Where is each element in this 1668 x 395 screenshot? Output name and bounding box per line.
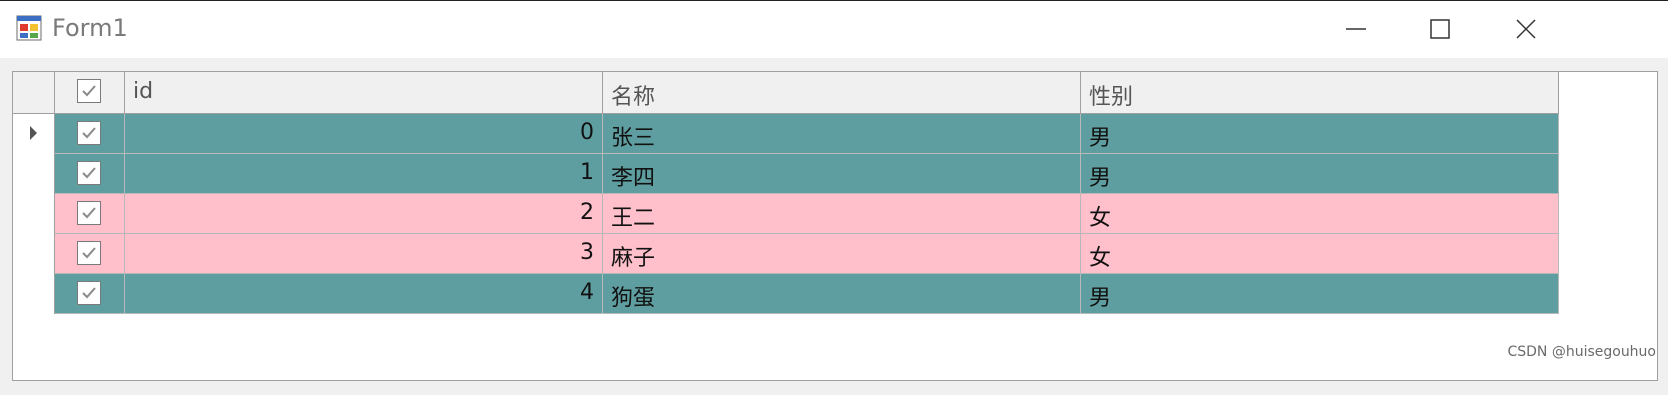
row-header[interactable] [13, 274, 55, 314]
cell-value: 王二 [611, 206, 656, 231]
cell-value: 3 [580, 240, 594, 265]
name-cell[interactable]: 李四 [603, 154, 1081, 194]
row-header[interactable] [13, 194, 55, 234]
id-cell[interactable]: 4 [125, 274, 603, 314]
column-header-label: 名称 [611, 85, 656, 110]
cell-value: 李四 [611, 166, 656, 191]
checkbox-cell[interactable] [55, 274, 125, 314]
table-row[interactable]: 2 王二 女 [13, 194, 1559, 234]
cell-value: 女 [1089, 206, 1112, 231]
checkmark-icon [82, 247, 96, 259]
window-title: Form1 [52, 14, 128, 42]
checkbox-cell[interactable] [55, 234, 125, 274]
checkmark-icon [82, 85, 96, 97]
checkmark-icon [82, 207, 96, 219]
row-checkbox[interactable] [77, 161, 101, 185]
table-row[interactable]: 3 麻子 女 [13, 234, 1559, 274]
row-checkbox[interactable] [77, 281, 101, 305]
cell-value: 男 [1089, 126, 1112, 151]
id-cell[interactable]: 1 [125, 154, 603, 194]
column-header-gender[interactable]: 性别 [1081, 72, 1559, 114]
cell-value: 麻子 [611, 246, 656, 271]
row-header[interactable] [13, 154, 55, 194]
column-header-label: id [133, 79, 154, 104]
checkbox-cell[interactable] [55, 154, 125, 194]
header-checkbox[interactable] [77, 79, 101, 103]
maximize-button[interactable] [1394, 1, 1486, 57]
cell-value: 女 [1089, 246, 1112, 271]
column-header-id[interactable]: id [125, 72, 603, 114]
row-checkbox[interactable] [77, 121, 101, 145]
close-icon [1516, 19, 1536, 39]
cell-value: 张三 [611, 126, 656, 151]
name-cell[interactable]: 张三 [603, 114, 1081, 154]
table-row[interactable]: 4 狗蛋 男 [13, 274, 1559, 314]
name-cell[interactable]: 麻子 [603, 234, 1081, 274]
table-row[interactable]: 1 李四 男 [13, 154, 1559, 194]
gender-cell[interactable]: 男 [1081, 114, 1559, 154]
current-row-arrow-icon [30, 126, 37, 140]
cell-value: 4 [580, 280, 594, 305]
minimize-button[interactable] [1310, 1, 1402, 57]
checkmark-icon [82, 167, 96, 179]
close-button[interactable] [1480, 1, 1572, 57]
id-cell[interactable]: 2 [125, 194, 603, 234]
column-header-label: 性别 [1089, 85, 1134, 110]
gender-cell[interactable]: 女 [1081, 234, 1559, 274]
watermark-text: CSDN @huisegouhuo [1507, 344, 1656, 360]
data-grid-view[interactable]: id 名称 性别 0 张三 男 1 李四 男 2 王二 女 3 麻子 女 4 狗… [12, 71, 1658, 381]
cell-value: 2 [580, 200, 594, 225]
id-cell[interactable]: 0 [125, 114, 603, 154]
cell-value: 男 [1089, 166, 1112, 191]
form-app-icon [16, 15, 42, 41]
window-title-bar[interactable]: Form1 [0, 0, 1668, 58]
row-header[interactable] [13, 114, 55, 154]
checkmark-icon [82, 127, 96, 139]
row-header[interactable] [13, 234, 55, 274]
table-row[interactable]: 0 张三 男 [13, 114, 1559, 154]
checkmark-icon [82, 287, 96, 299]
checkbox-cell[interactable] [55, 194, 125, 234]
checkbox-cell[interactable] [55, 114, 125, 154]
minimize-icon [1346, 28, 1366, 30]
column-header-checkbox[interactable] [55, 72, 125, 114]
grid-corner-header[interactable] [13, 72, 55, 114]
name-cell[interactable]: 狗蛋 [603, 274, 1081, 314]
gender-cell[interactable]: 女 [1081, 194, 1559, 234]
maximize-icon [1430, 19, 1450, 39]
row-checkbox[interactable] [77, 201, 101, 225]
cell-value: 1 [580, 160, 594, 185]
row-checkbox[interactable] [77, 241, 101, 265]
cell-value: 男 [1089, 286, 1112, 311]
cell-value: 狗蛋 [611, 286, 656, 311]
gender-cell[interactable]: 男 [1081, 154, 1559, 194]
name-cell[interactable]: 王二 [603, 194, 1081, 234]
id-cell[interactable]: 3 [125, 234, 603, 274]
column-header-name[interactable]: 名称 [603, 72, 1081, 114]
cell-value: 0 [580, 120, 594, 145]
gender-cell[interactable]: 男 [1081, 274, 1559, 314]
